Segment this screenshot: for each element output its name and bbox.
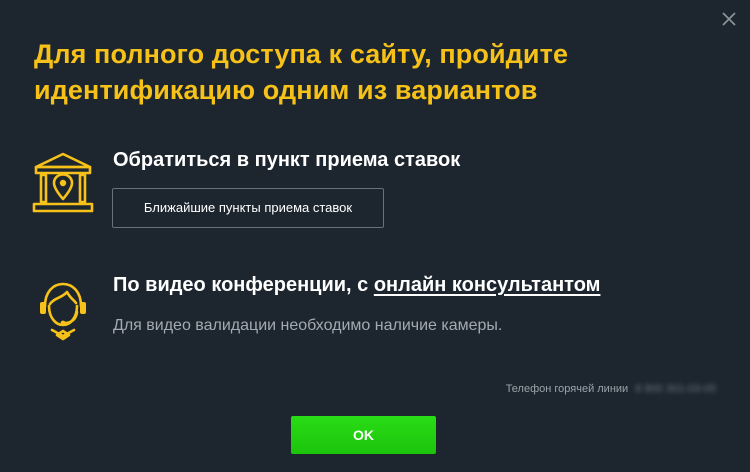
identification-modal: Для полного доступа к сайту, пройдите ид… <box>0 0 750 472</box>
online-consultant-link[interactable]: онлайн консультантом <box>374 274 601 296</box>
option-video-heading-text: По видео конференции, с <box>113 274 374 296</box>
nearest-points-button[interactable]: Ближайшие пункты приема ставок <box>112 188 384 228</box>
hotline-info: Телефон горячей линии 8 800 301-03-05 <box>506 382 716 396</box>
hotline-number[interactable]: 8 800 301-03-05 <box>635 382 716 396</box>
hotline-label: Телефон горячей линии <box>505 383 629 395</box>
close-icon <box>722 12 736 26</box>
option-branch-heading: Обратиться в пункт приема ставок <box>113 149 461 171</box>
option-video-heading: По видео конференции, с онлайн консульта… <box>113 273 600 297</box>
camera-note: Для видео валидации необходимо наличие к… <box>113 317 503 334</box>
close-button[interactable] <box>718 8 740 30</box>
modal-title: Для полного доступа к сайту, пройдите ид… <box>34 39 569 105</box>
operator-headset-icon <box>40 282 86 341</box>
ok-button[interactable]: OK <box>291 416 436 454</box>
bank-location-icon <box>32 152 94 213</box>
